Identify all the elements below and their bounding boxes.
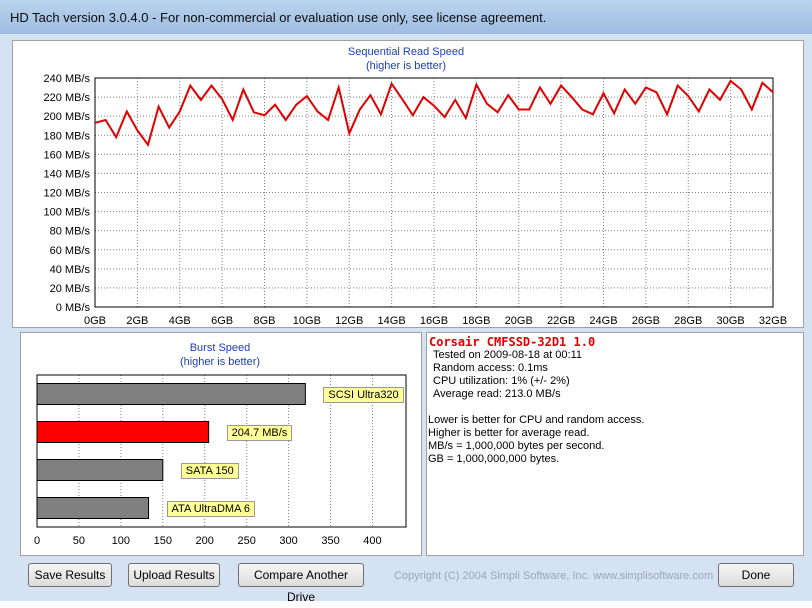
read-y-tick: 40 MB/s [50, 264, 91, 276]
read-y-tick: 0 MB/s [56, 302, 91, 314]
average-read: Average read: 213.0 MB/s [433, 388, 561, 400]
read-x-tick: 14GB [378, 315, 406, 327]
copyright-text: Copyright (C) 2004 Simpli Software, Inc.… [394, 570, 714, 582]
app-window: HD Tach version 3.0.4.0 - For non-commer… [0, 0, 812, 604]
read-x-tick: 24GB [589, 315, 617, 327]
read-x-tick: 12GB [335, 315, 363, 327]
cpu-utilization: CPU utilization: 1% (+/- 2%) [433, 375, 570, 387]
read-x-tick: 16GB [420, 315, 448, 327]
read-x-tick: 22GB [547, 315, 575, 327]
read-x-tick: 8GB [253, 315, 275, 327]
read-y-tick: 80 MB/s [50, 226, 91, 238]
compare-drive-button[interactable]: Compare Another Drive [238, 563, 364, 604]
read-x-tick: 2GB [126, 315, 148, 327]
read-y-tick: 160 MB/s [44, 149, 91, 161]
read-y-tick: 180 MB/s [44, 130, 91, 142]
read-y-tick: 60 MB/s [50, 245, 91, 257]
read-x-tick: 32GB [759, 315, 787, 327]
burst-chart-subtitle: (higher is better) [179, 356, 261, 368]
read-y-tick: 120 MB/s [44, 188, 91, 200]
read-y-tick: 240 MB/s [44, 73, 91, 85]
read-x-tick: 30GB [717, 315, 745, 327]
burst-chart-title: Burst Speed [189, 342, 251, 354]
read-y-tick: 20 MB/s [50, 283, 91, 295]
note-gb: GB = 1,000,000,000 bytes. [428, 453, 560, 465]
read-y-tick: 200 MB/s [44, 111, 91, 123]
read-x-tick: 26GB [632, 315, 660, 327]
read-x-tick: 20GB [505, 315, 533, 327]
upload-results-button[interactable]: Upload Results [128, 563, 220, 587]
save-results-button[interactable]: Save Results [28, 563, 112, 587]
read-x-tick: 28GB [674, 315, 702, 327]
note-average-read: Higher is better for average read. [428, 427, 590, 439]
burst-bar-label: SCSI Ultra320 [323, 386, 404, 403]
burst-bar-label: 204.7 MB/s [226, 424, 293, 441]
done-button[interactable]: Done [718, 563, 794, 587]
read-y-tick: 140 MB/s [44, 168, 91, 180]
read-x-tick: 18GB [462, 315, 490, 327]
read-x-tick: 6GB [211, 315, 233, 327]
burst-bar-label: ATA UltraDMA 6 [166, 500, 255, 517]
burst-bar-label: SATA 150 [180, 462, 239, 479]
read-y-tick: 100 MB/s [44, 207, 91, 219]
burst-speed-panel: Burst Speed (higher is better) [20, 332, 422, 556]
random-access: Random access: 0.1ms [433, 362, 548, 374]
read-x-tick: 0GB [84, 315, 106, 327]
read-x-tick: 4GB [169, 315, 191, 327]
note-mbs: MB/s = 1,000,000 bytes per second. [428, 440, 605, 452]
tested-date: Tested on 2009-08-18 at 00:11 [433, 349, 583, 361]
drive-name: Corsair CMFSSD-32D1 1.0 [429, 335, 596, 349]
results-panel: Corsair CMFSSD-32D1 1.0 Tested on 2009-0… [426, 332, 804, 556]
note-cpu: Lower is better for CPU and random acces… [428, 414, 645, 426]
read-x-tick: 10GB [293, 315, 321, 327]
read-y-tick: 220 MB/s [44, 92, 91, 104]
